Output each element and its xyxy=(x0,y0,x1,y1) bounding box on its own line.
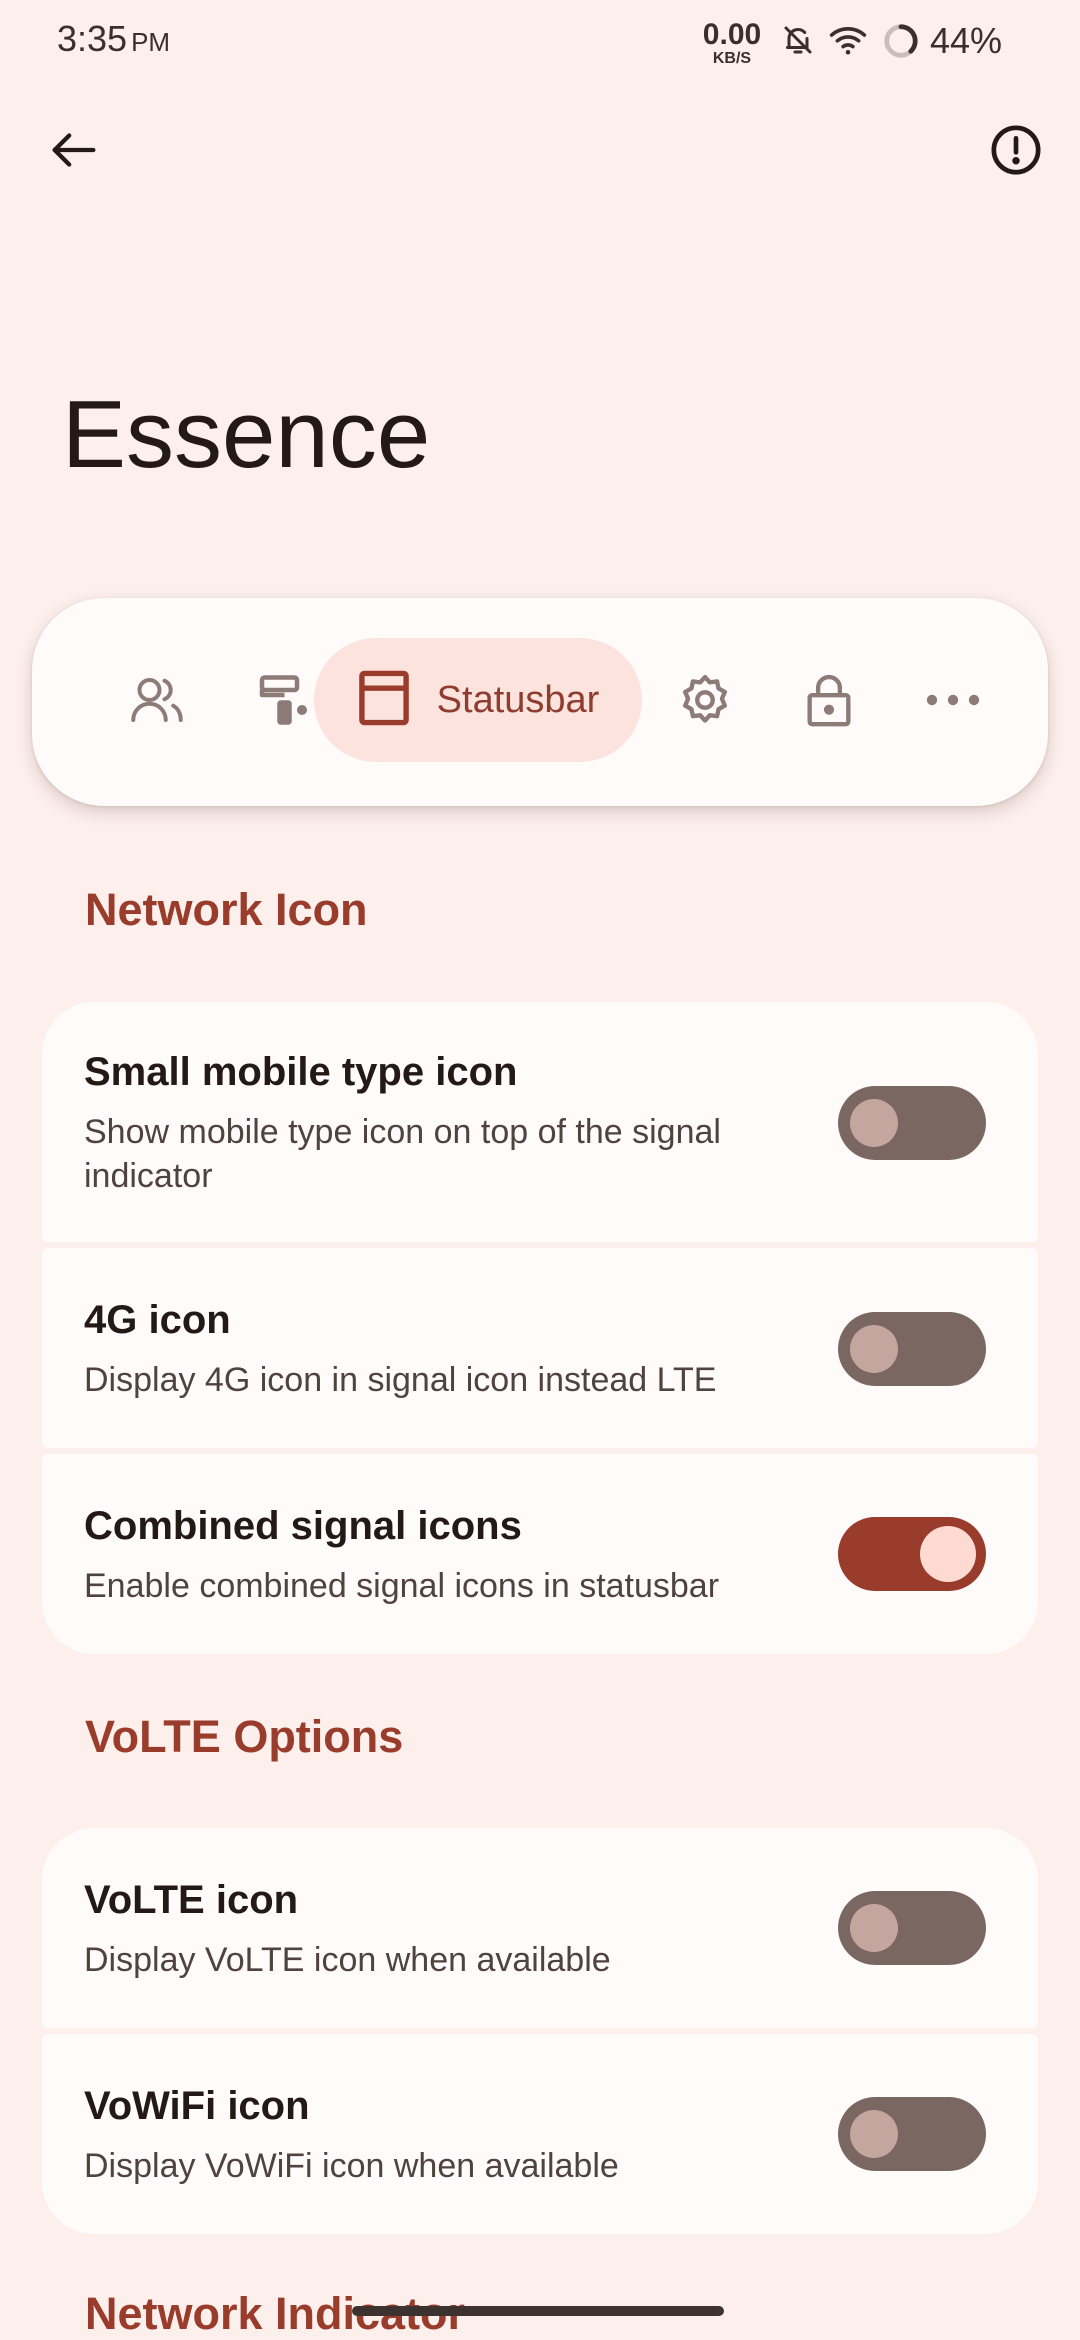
setting-title: Small mobile type icon xyxy=(84,1050,518,1094)
arrow-back-icon xyxy=(45,121,103,184)
section-header-volte-options: VoLTE Options xyxy=(85,1711,404,1762)
small-mobile-type-icon-switch[interactable] xyxy=(838,1086,986,1160)
battery-percent: 44% xyxy=(930,20,1003,61)
switch-thumb xyxy=(850,1099,898,1147)
tab-lockscreen[interactable] xyxy=(764,598,894,806)
status-bar: 3:35 PM 0.00 KB/S 44% xyxy=(0,0,1080,80)
setting-title: VoLTE icon xyxy=(84,1878,299,1922)
category-tab-bar: Statusbar xyxy=(32,598,1048,806)
setting-description: Show mobile type icon on top of the sign… xyxy=(84,1113,721,1195)
setting-description: Display 4G icon in signal icon instead L… xyxy=(84,1361,717,1399)
switch-thumb xyxy=(850,2110,898,2158)
gear-icon xyxy=(676,671,734,734)
section-header-network-icon: Network Icon xyxy=(85,884,368,935)
users-icon xyxy=(127,670,187,735)
paint-roller-icon xyxy=(252,670,312,735)
battery-ring-icon xyxy=(882,22,920,65)
setting-item-combined-signal-icons[interactable]: Combined signal icons Enable combined si… xyxy=(42,1454,1038,1654)
info-button[interactable] xyxy=(976,112,1056,192)
tab-settings[interactable] xyxy=(640,598,770,806)
setting-item-vowifi-icon[interactable]: VoWiFi icon Display VoWiFi icon when ava… xyxy=(42,2034,1038,2234)
setting-item-volte-icon[interactable]: VoLTE icon Display VoLTE icon when avail… xyxy=(42,1828,1038,2028)
tab-statusbar[interactable]: Statusbar xyxy=(314,638,642,762)
lock-icon xyxy=(800,671,858,734)
exclamation-circle-icon xyxy=(988,122,1044,183)
switch-thumb xyxy=(920,1526,976,1582)
statusbar-icon xyxy=(357,668,411,733)
gesture-navigation-bar[interactable] xyxy=(352,2306,724,2316)
tab-statusbar-label: Statusbar xyxy=(436,678,600,721)
setting-item-4g-icon[interactable]: 4G icon Display 4G icon in signal icon i… xyxy=(42,1248,1038,1448)
vowifi-icon-switch[interactable] xyxy=(838,2097,986,2171)
setting-title: Combined signal icons xyxy=(84,1504,522,1548)
volte-icon-switch[interactable] xyxy=(838,1891,986,1965)
page-title: Essence xyxy=(62,381,431,488)
network-speed-value: 0.00 xyxy=(702,18,762,51)
setting-title: VoWiFi icon xyxy=(84,2084,310,2128)
setting-description: Display VoLTE icon when available xyxy=(84,1941,611,1979)
setting-description: Enable combined signal icons in statusba… xyxy=(84,1567,720,1605)
switch-thumb xyxy=(850,1904,898,1952)
alarm-off-icon xyxy=(780,22,816,63)
status-time: 3:35 PM xyxy=(57,18,170,60)
network-speed-unit: KB/S xyxy=(712,50,752,67)
tab-users[interactable] xyxy=(92,598,222,806)
setting-description: Display VoWiFi icon when available xyxy=(84,2147,619,2185)
back-button[interactable] xyxy=(34,112,114,192)
tab-more[interactable] xyxy=(888,598,1018,806)
4g-icon-switch[interactable] xyxy=(838,1312,986,1386)
status-time-ampm: PM xyxy=(131,27,171,57)
more-horizontal-icon xyxy=(924,690,982,715)
setting-item-small-mobile-type-icon[interactable]: Small mobile type icon Show mobile type … xyxy=(42,1002,1038,1242)
combined-signal-icons-switch[interactable] xyxy=(838,1517,986,1591)
network-speed: 0.00 KB/S xyxy=(697,20,767,68)
setting-title: 4G icon xyxy=(84,1298,231,1342)
status-time-value: 3:35 xyxy=(57,18,128,59)
wifi-icon xyxy=(828,22,868,63)
switch-thumb xyxy=(850,1325,898,1373)
